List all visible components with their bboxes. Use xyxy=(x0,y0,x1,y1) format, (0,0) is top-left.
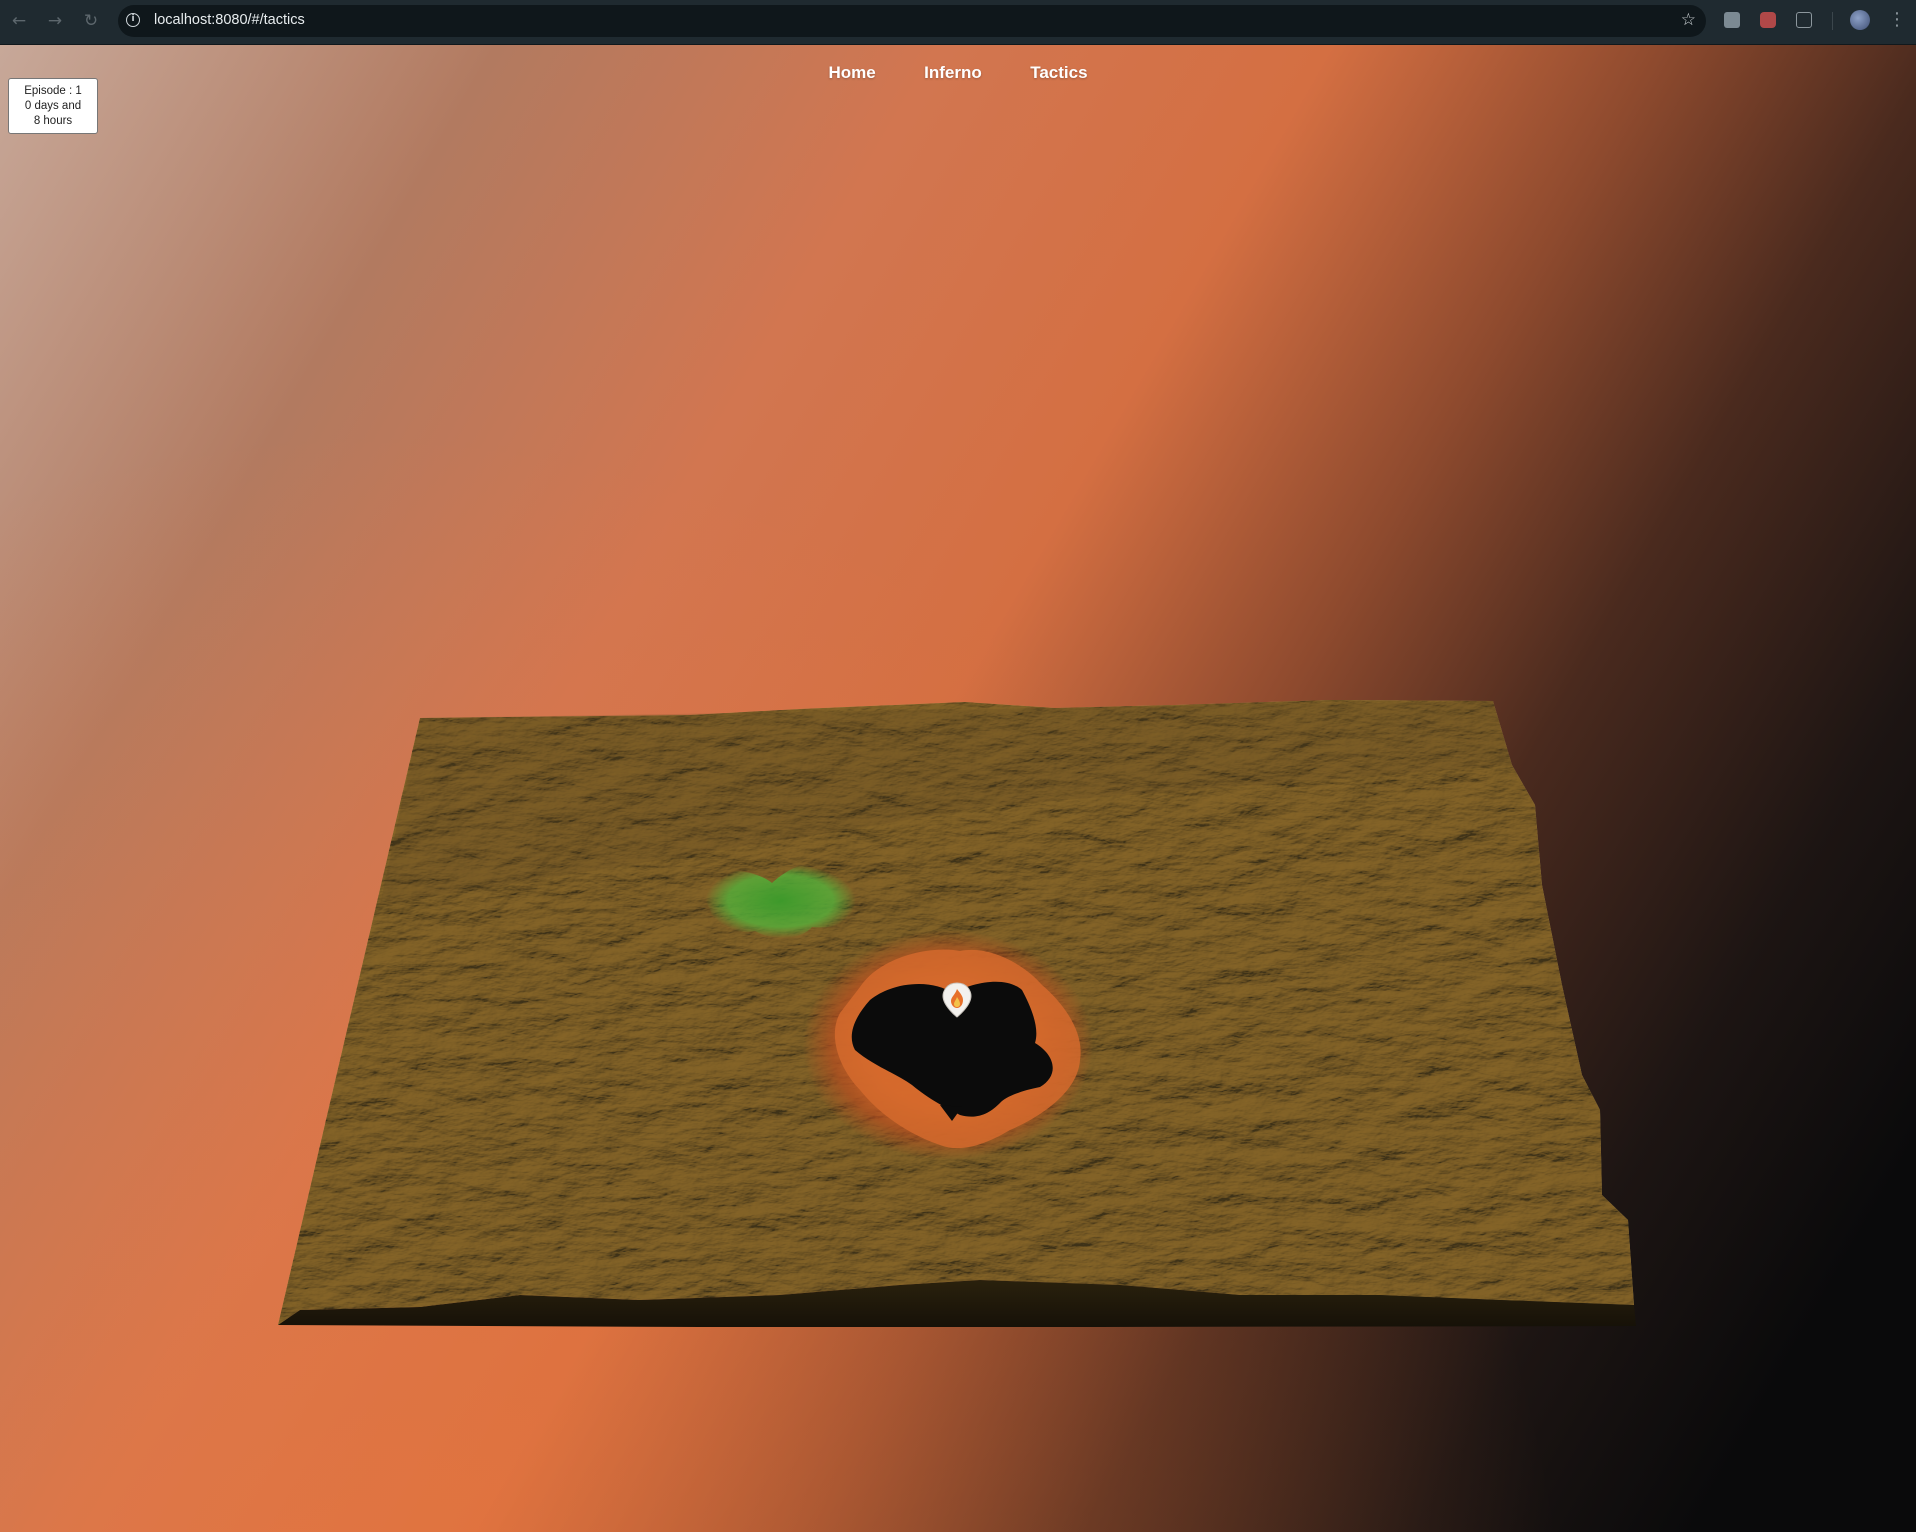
terrain-3d-view[interactable] xyxy=(0,45,1916,1532)
nav-inferno-link[interactable]: Inferno xyxy=(924,63,982,83)
kebab-menu-icon[interactable]: ⋮ xyxy=(1888,9,1906,31)
forward-icon[interactable]: → xyxy=(44,10,66,32)
episode-days: 0 days and xyxy=(24,100,82,112)
profile-avatar[interactable] xyxy=(1850,10,1870,30)
episode-hours: 8 hours xyxy=(33,115,73,127)
extension-icon[interactable] xyxy=(1760,12,1776,28)
nav-tactics-link[interactable]: Tactics xyxy=(1030,63,1087,83)
back-icon[interactable]: ← xyxy=(8,10,30,32)
episode-time-panel: Episode : 1 0 days and 8 hours xyxy=(8,78,98,134)
episode-label: Episode : 1 xyxy=(24,85,82,97)
app-viewport: Episode : 1 0 days and 8 hours Home Infe… xyxy=(0,45,1916,1532)
browser-toolbar: ← → ↻ i localhost:8080/#/tactics ☆ ⋮ xyxy=(0,0,1916,45)
info-icon[interactable]: i xyxy=(126,13,140,27)
reload-icon[interactable]: ↻ xyxy=(80,10,102,32)
toolbar-divider xyxy=(1832,12,1833,30)
address-bar[interactable]: i localhost:8080/#/tactics ☆ xyxy=(118,5,1706,37)
extensions-puzzle-icon[interactable] xyxy=(1796,12,1812,28)
main-nav: Home Inferno Tactics xyxy=(0,63,1916,83)
extension-icon[interactable] xyxy=(1724,12,1740,28)
url-text[interactable]: localhost:8080/#/tactics xyxy=(154,12,305,28)
nav-home-link[interactable]: Home xyxy=(828,63,875,83)
star-icon[interactable]: ☆ xyxy=(1681,10,1696,30)
